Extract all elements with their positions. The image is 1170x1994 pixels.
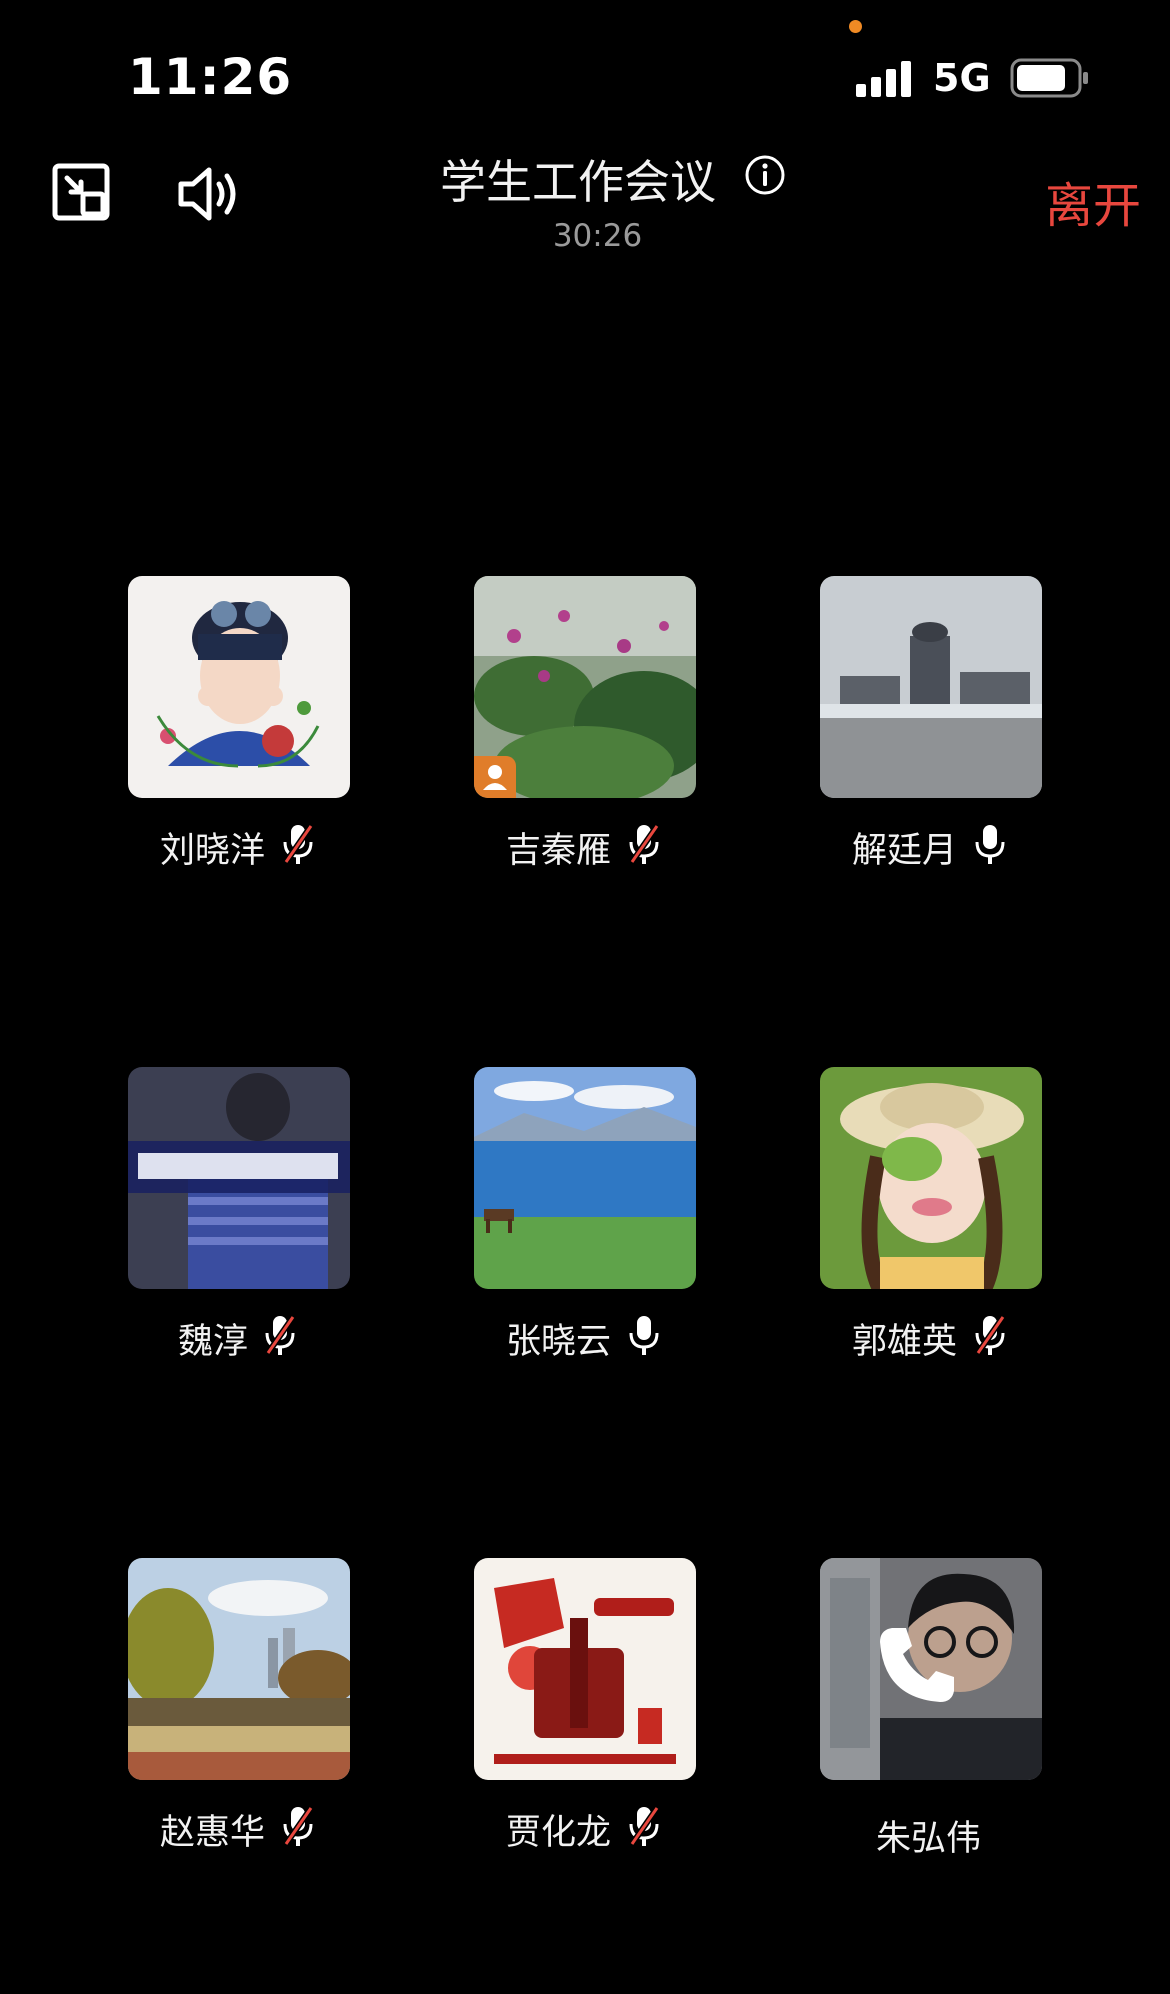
mic-muted-icon	[283, 1806, 314, 1846]
privacy-indicator-dot	[849, 20, 862, 33]
info-icon[interactable]	[744, 154, 786, 196]
participant-avatar[interactable]	[128, 1558, 350, 1780]
participant-name: 刘晓洋	[160, 831, 266, 871]
meeting-screen: 11:26 5G 学生工作会议 30:26 离开 刘晓洋 吉秦雁 解廷月 魏淳 …	[0, 0, 1170, 1994]
participant-avatar[interactable]	[128, 1067, 350, 1289]
network-type: 5G	[933, 56, 991, 100]
leave-button[interactable]: 离开	[1045, 166, 1141, 236]
meeting-title: 学生工作会议	[440, 155, 716, 209]
battery-icon	[1010, 58, 1088, 98]
participant-avatar[interactable]	[820, 1558, 1042, 1780]
participant-name: 朱弘伟	[876, 1819, 982, 1859]
participant-name: 解廷月	[852, 831, 958, 871]
participant-name: 吉秦雁	[506, 831, 612, 871]
participant-name: 贾化龙	[506, 1813, 612, 1853]
participant-name: 赵惠华	[160, 1813, 266, 1853]
mic-icon	[629, 1316, 659, 1355]
participant-avatar[interactable]	[474, 1067, 696, 1289]
mic-muted-icon	[629, 824, 660, 864]
participant-name: 张晓云	[506, 1322, 612, 1362]
status-time: 11:26	[128, 48, 293, 106]
signal-icon	[856, 61, 912, 97]
participant-name: 郭雄英	[852, 1322, 958, 1362]
participant-name: 魏淳	[178, 1322, 249, 1362]
host-badge-icon	[474, 756, 516, 798]
participant-avatar[interactable]	[128, 576, 350, 798]
mic-icon	[975, 825, 1005, 864]
meeting-duration: 30:26	[552, 218, 643, 254]
mic-muted-icon	[629, 1806, 660, 1846]
mic-muted-icon	[975, 1315, 1006, 1355]
participant-avatar[interactable]	[474, 1558, 696, 1780]
participant-avatar[interactable]	[820, 576, 1042, 798]
participant-avatar[interactable]	[474, 576, 696, 798]
mic-muted-icon	[265, 1315, 296, 1355]
participant-avatar[interactable]	[820, 1067, 1042, 1289]
phone-icon	[880, 1628, 954, 1702]
mic-muted-icon	[283, 824, 314, 864]
